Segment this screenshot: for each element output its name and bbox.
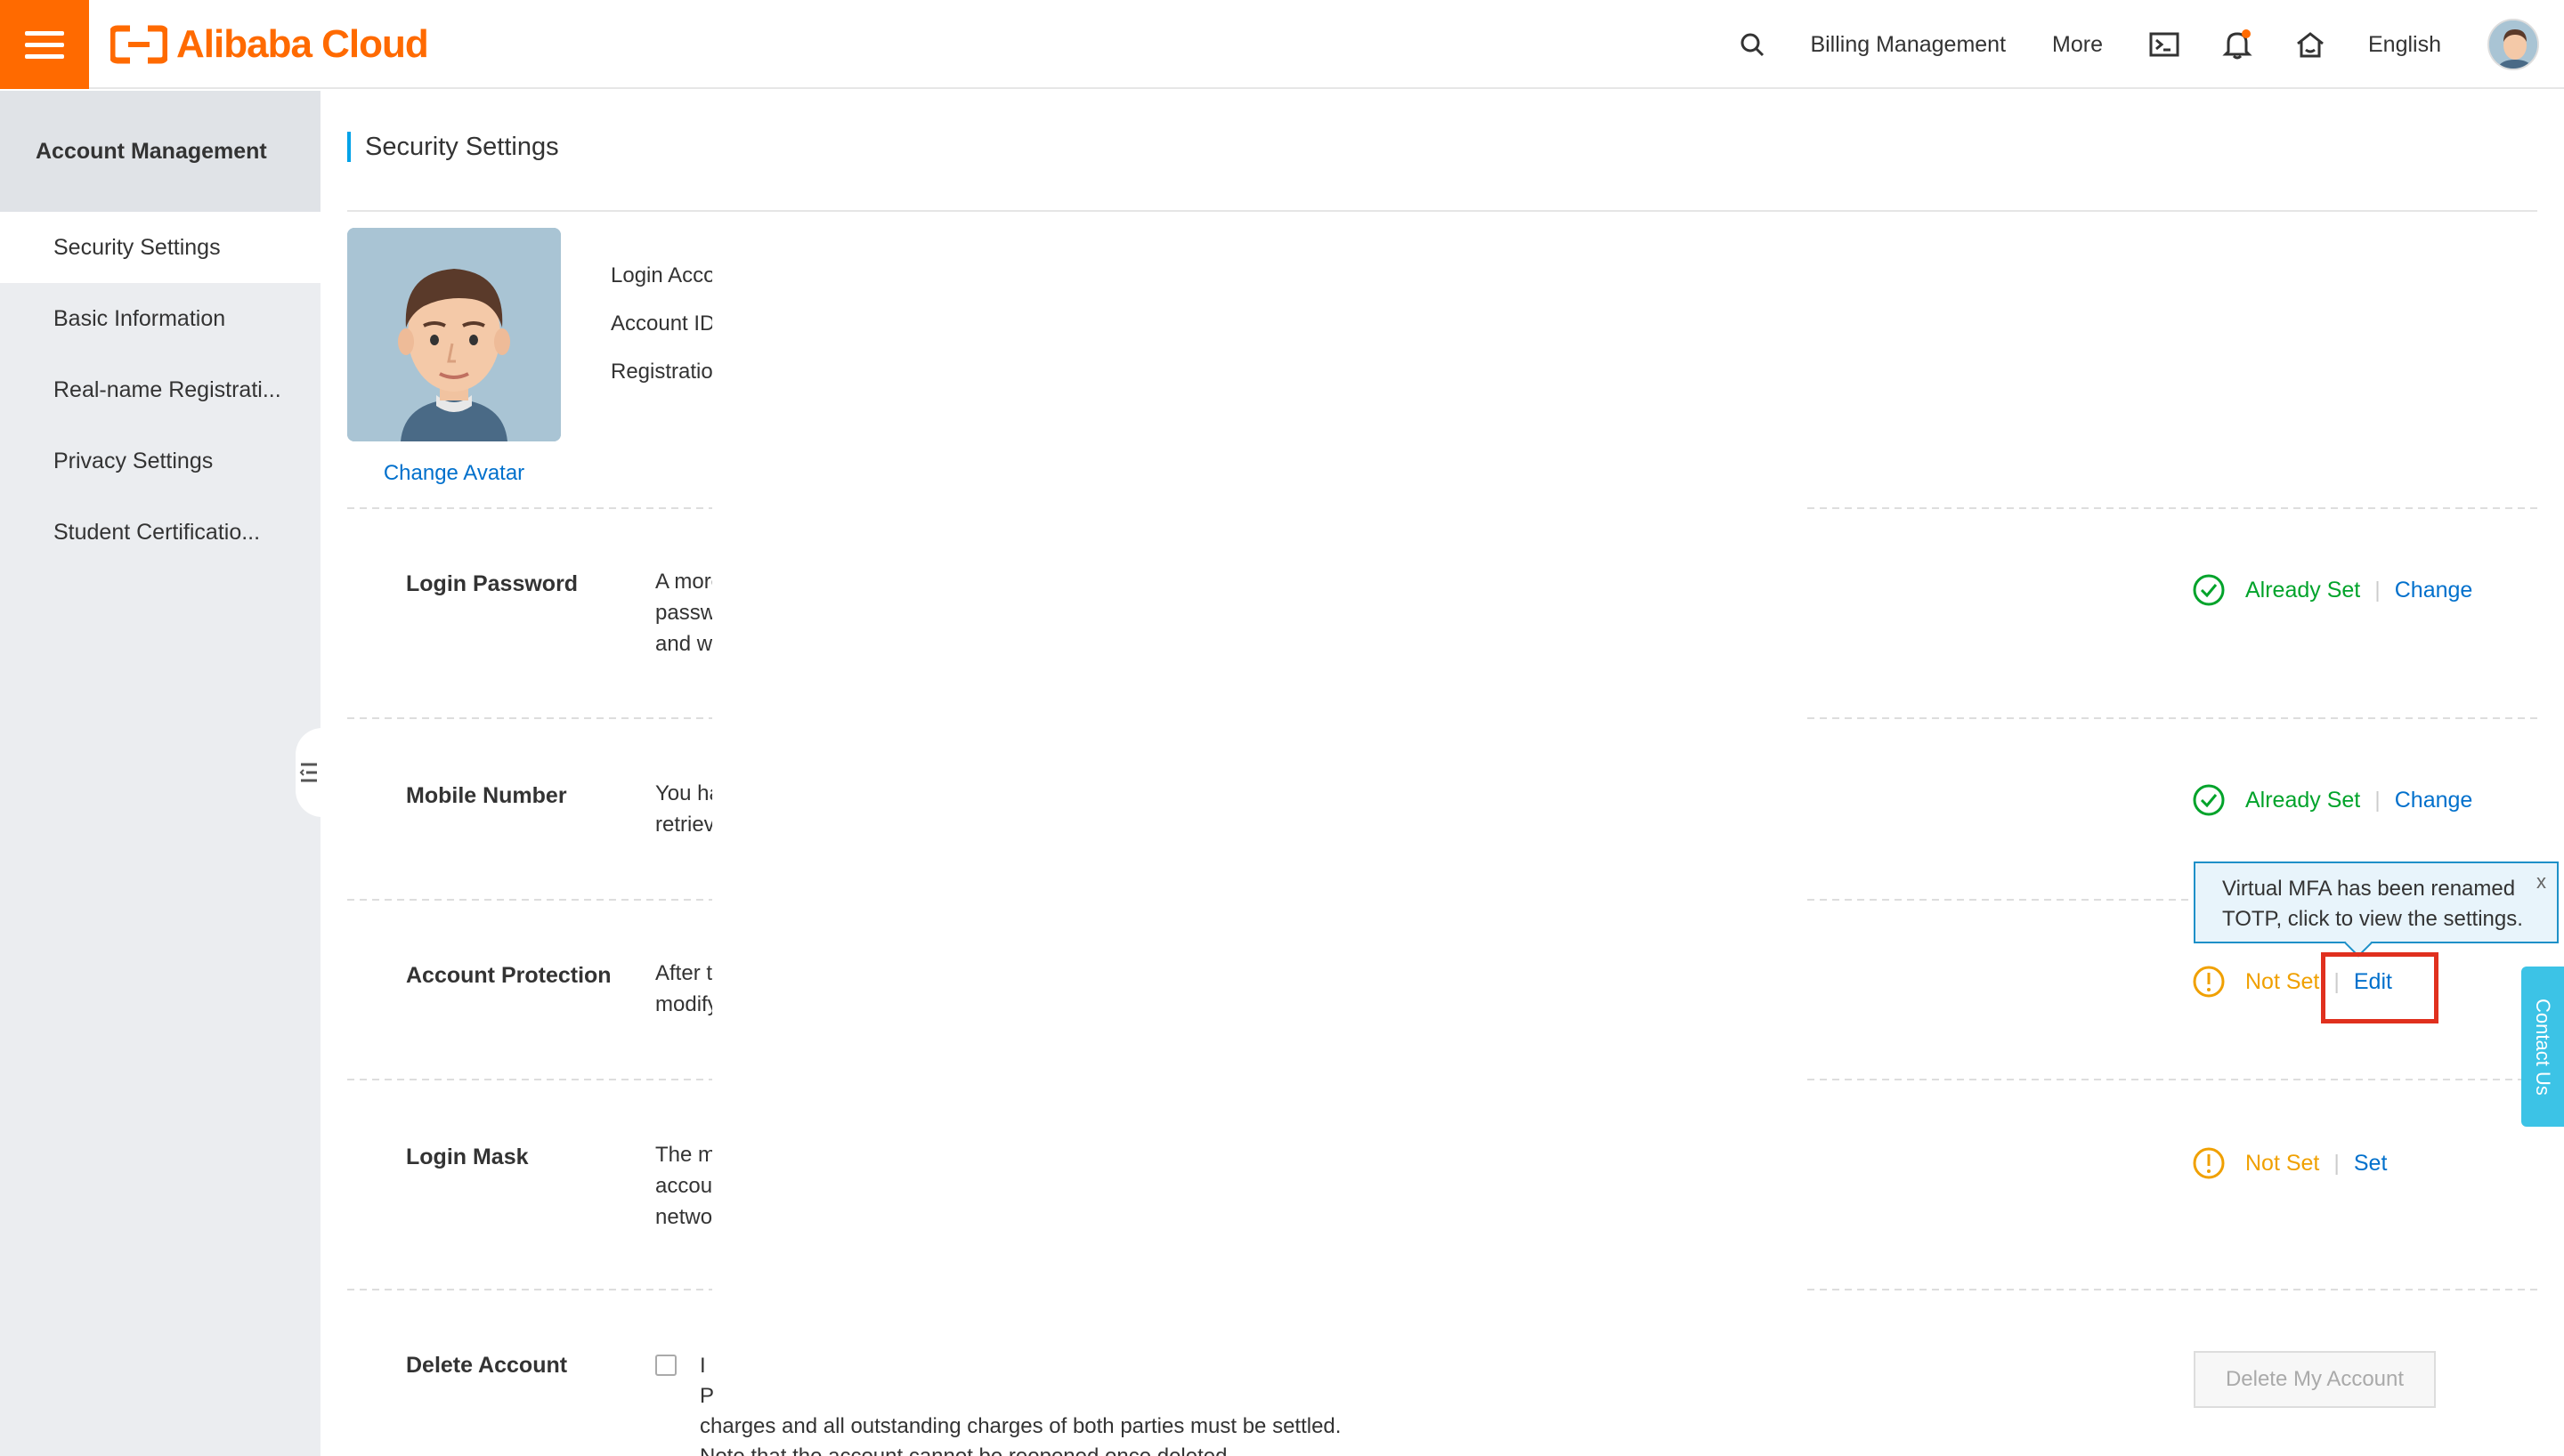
alibaba-logo-icon — [110, 25, 167, 64]
separator: | — [2374, 787, 2381, 813]
status-text: Not Set — [2245, 968, 2320, 994]
more-menu[interactable]: More — [2052, 32, 2103, 58]
top-bar: Alibaba Cloud Billing Management More En… — [0, 0, 2564, 89]
sidebar-item-security-settings[interactable]: Security Settings — [0, 212, 320, 283]
status-text: Already Set — [2245, 577, 2361, 603]
login-password-description: A more password and w — [655, 570, 712, 656]
mobile-number-description: You have retrieve — [655, 781, 712, 837]
account-id-label: Account ID — [611, 311, 712, 336]
sidebar-title: Account Management — [0, 91, 320, 212]
row-divider — [1807, 507, 2537, 509]
sidebar-collapse-handle[interactable] — [296, 728, 322, 817]
row-divider — [347, 507, 712, 509]
account-protection-title: Account Protection — [406, 963, 612, 988]
mfa-rename-tooltip[interactable]: Virtual MFA has been renamed TOTP, click… — [2194, 861, 2559, 958]
login-mask-description: The m account network — [655, 1143, 712, 1229]
home-icon[interactable] — [2295, 29, 2325, 60]
check-circle-icon — [2193, 784, 2225, 816]
language-selector[interactable]: English — [2368, 32, 2441, 58]
delete-my-account-button[interactable]: Delete My Account — [2194, 1351, 2436, 1408]
warning-circle-icon — [2193, 966, 2225, 998]
login-mask-title: Login Mask — [406, 1145, 529, 1169]
change-password-link[interactable]: Change — [2395, 578, 2473, 603]
status-text: Not Set — [2245, 1150, 2320, 1176]
login-password-status: Already Set | Change — [2192, 573, 2472, 607]
row-divider — [1807, 1289, 2537, 1290]
delete-account-title: Delete Account — [406, 1353, 568, 1378]
row-divider — [1807, 1079, 2537, 1080]
contact-us-label: Contact Us — [2532, 998, 2554, 1096]
set-login-mask-link[interactable]: Set — [2354, 1151, 2388, 1177]
sidebar-item-basic-information[interactable]: Basic Information — [0, 283, 320, 354]
notification-bell-icon[interactable] — [2222, 29, 2252, 60]
profile-avatar — [347, 228, 561, 441]
billing-management-link[interactable]: Billing Management — [1810, 32, 2006, 58]
collapse-icon — [299, 763, 317, 782]
edit-highlight-box — [2321, 952, 2438, 1023]
check-circle-icon — [2193, 574, 2225, 606]
registration-label: Registration — [611, 360, 712, 384]
delete-account-checkbox[interactable] — [655, 1355, 677, 1376]
row-divider — [347, 717, 712, 719]
separator: | — [2333, 1150, 2340, 1176]
page-title: Security Settings — [347, 132, 559, 162]
mobile-number-status: Already Set | Change — [2192, 783, 2472, 817]
tooltip-close-icon[interactable]: x — [2536, 867, 2546, 897]
row-divider — [347, 1289, 712, 1290]
login-mask-status: Not Set | Set — [2192, 1146, 2387, 1180]
login-account-label: Login Account — [611, 263, 712, 287]
user-avatar[interactable] — [2487, 19, 2539, 70]
sidebar-item-real-name-registration[interactable]: Real-name Registrati... — [0, 354, 320, 425]
row-divider — [347, 899, 712, 901]
warning-circle-icon — [2193, 1147, 2225, 1179]
row-divider — [1807, 717, 2537, 719]
sidebar-item-privacy-settings[interactable]: Privacy Settings — [0, 425, 320, 497]
sidebar: Account Management Security Settings Bas… — [0, 91, 320, 1456]
brand-logo[interactable]: Alibaba Cloud — [110, 22, 429, 66]
title-divider — [347, 210, 2537, 212]
tooltip-text: Virtual MFA has been renamed TOTP, click… — [2222, 877, 2523, 931]
search-icon[interactable] — [1737, 29, 1767, 60]
login-password-title: Login Password — [406, 571, 579, 596]
mobile-number-title: Mobile Number — [406, 783, 567, 808]
account-protection-description: After t modify — [655, 961, 712, 1016]
change-avatar-link[interactable]: Change Avatar — [347, 461, 561, 486]
contact-us-tab[interactable]: Contact Us — [2521, 967, 2564, 1127]
terminal-icon[interactable] — [2149, 29, 2179, 60]
menu-button[interactable] — [0, 0, 89, 89]
separator: | — [2374, 577, 2381, 603]
status-text: Already Set — [2245, 787, 2361, 813]
row-divider — [347, 1079, 712, 1080]
sidebar-item-student-certification[interactable]: Student Certificatio... — [0, 497, 320, 568]
account-info: Login Account Account ID Registration — [611, 263, 712, 408]
change-mobile-link[interactable]: Change — [2395, 788, 2473, 813]
delete-account-description: I P charges and all outstanding charges … — [700, 1354, 1342, 1456]
brand-name: Alibaba Cloud — [176, 22, 429, 66]
